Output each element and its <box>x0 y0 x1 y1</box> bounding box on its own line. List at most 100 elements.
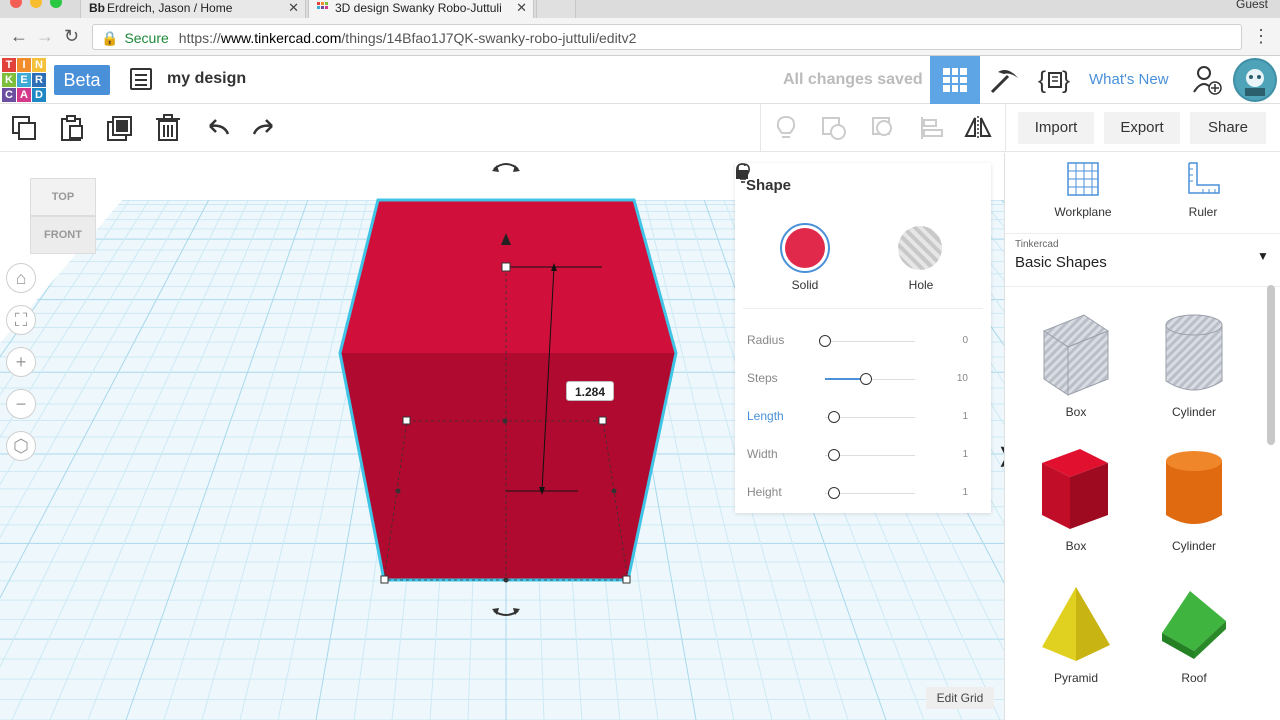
shape-roof[interactable]: Roof <box>1149 583 1239 685</box>
zoom-in-icon[interactable]: + <box>6 347 36 377</box>
param-value-radius[interactable]: 0 <box>935 335 968 346</box>
param-slider-radius[interactable] <box>825 341 915 342</box>
shape-box-hole[interactable]: Box <box>1031 309 1121 419</box>
browser-menu-icon[interactable]: ⋮ <box>1252 26 1270 47</box>
edit-grid-button[interactable]: Edit Grid <box>926 687 994 709</box>
solid-label[interactable]: Solid <box>775 278 835 292</box>
hole-swatch[interactable] <box>898 226 942 270</box>
code-blocks-icon[interactable]: { } <box>1038 66 1072 94</box>
resize-handle[interactable] <box>598 416 607 425</box>
add-user-icon[interactable] <box>1192 64 1222 96</box>
solid-color-fill <box>785 228 825 268</box>
logo-letter: C <box>2 88 16 102</box>
chevron-down-icon[interactable]: ▼ <box>1257 249 1269 263</box>
param-slider-knob[interactable] <box>859 373 872 385</box>
param-slider-knob[interactable] <box>828 487 840 499</box>
perspective-cube-icon[interactable]: ⬡ <box>6 431 36 461</box>
browser-tab-active[interactable]: 3D design Swanky Robo-Juttuli ✕ <box>308 0 534 18</box>
hole-label[interactable]: Hole <box>891 278 951 292</box>
param-value-steps[interactable]: 10 <box>935 373 968 384</box>
close-window-button[interactable] <box>10 0 22 8</box>
shapes-scrollbar[interactable] <box>1267 285 1275 445</box>
reload-icon[interactable]: ↻ <box>64 26 79 47</box>
3d-viewport[interactable]: 1.284 TOP FRONT ⌂ ⛶ + − ⬡ Shape Solid Ho… <box>0 153 1004 720</box>
view-cube[interactable]: TOP FRONT <box>30 178 96 254</box>
tinkercad-logo[interactable]: TIN KER CAD <box>2 58 46 102</box>
param-label-height: Height <box>747 485 782 499</box>
param-value-length[interactable]: 1 <box>935 411 968 422</box>
import-button[interactable]: Import <box>1018 112 1094 144</box>
design-name[interactable]: my design <box>167 70 246 88</box>
dimension-value-label[interactable]: 1.284 <box>566 381 614 401</box>
url-field[interactable]: 🔒 Secure https://www.tinkercad.com/things/… <box>92 24 1242 50</box>
delete-trash-icon[interactable] <box>154 114 182 142</box>
resize-handle[interactable] <box>402 416 411 425</box>
tab-title: Erdreich, Jason / Home <box>107 1 233 15</box>
minimize-window-button[interactable] <box>30 0 42 8</box>
view-cube-top[interactable]: TOP <box>30 178 96 216</box>
shape-box[interactable]: Box <box>1031 443 1121 553</box>
close-tab-icon[interactable]: ✕ <box>288 0 299 16</box>
forward-arrow-icon[interactable]: → <box>36 26 54 47</box>
ungroup-icon[interactable] <box>870 114 898 142</box>
shape-cylinder-hole[interactable]: Cylinder <box>1149 309 1239 419</box>
tinkercad-favicon-icon <box>317 1 331 15</box>
duplicate-icon[interactable] <box>106 114 134 142</box>
group-icon[interactable] <box>820 114 848 142</box>
close-tab-icon[interactable]: ✕ <box>516 0 527 16</box>
lightbulb-icon[interactable] <box>772 114 800 142</box>
param-slider-knob[interactable] <box>819 335 831 347</box>
undo-icon[interactable] <box>204 114 232 142</box>
expand-panel-chevron-icon[interactable]: ❭ <box>996 443 1004 468</box>
fit-view-icon[interactable]: ⛶ <box>6 305 36 335</box>
view-cube-front[interactable]: FRONT <box>30 216 96 254</box>
resize-handle[interactable] <box>380 575 389 584</box>
param-label-length: Length <box>747 409 784 423</box>
export-button[interactable]: Export <box>1104 112 1180 144</box>
url-path: /things/14Bfao1J7QK-swanky-robo-juttuli/… <box>341 30 637 46</box>
shape-label: Pyramid <box>1053 671 1098 685</box>
zoom-out-icon[interactable]: − <box>6 389 36 419</box>
shape-front-face[interactable] <box>340 353 676 580</box>
param-slider-knob[interactable] <box>828 411 840 423</box>
maximize-window-button[interactable] <box>50 0 62 8</box>
app-header: TIN KER CAD Beta my design All changes sav… <box>0 56 1280 104</box>
guest-profile-label[interactable]: Guest <box>1236 0 1268 11</box>
workplane-tool[interactable]: Workplane <box>1043 161 1123 219</box>
resize-handle-mid[interactable] <box>395 488 401 494</box>
3d-view-button[interactable] <box>930 56 980 104</box>
logo-letter: N <box>32 58 46 72</box>
param-slider-knob[interactable] <box>828 449 840 461</box>
beta-badge[interactable]: Beta <box>54 65 110 95</box>
lightbulb-icon[interactable] <box>735 163 751 183</box>
shape-library-select[interactable]: Basic Shapes <box>1015 254 1107 271</box>
url-scheme: https:// <box>178 30 221 46</box>
resize-handle-mid[interactable] <box>503 577 509 583</box>
param-label-steps: Steps <box>747 371 778 385</box>
redo-icon[interactable] <box>250 114 278 142</box>
align-icon[interactable] <box>918 114 946 142</box>
resize-handle[interactable] <box>622 575 631 584</box>
copy-icon[interactable] <box>10 114 38 142</box>
shape-cylinder[interactable]: Cylinder <box>1149 443 1239 553</box>
design-list-icon[interactable] <box>130 68 152 90</box>
share-button[interactable]: Share <box>1190 112 1266 144</box>
resize-handle-mid[interactable] <box>611 488 617 494</box>
solid-color-swatch[interactable] <box>780 223 830 273</box>
param-value-height[interactable]: 1 <box>935 487 968 498</box>
new-tab-button[interactable] <box>536 0 576 18</box>
home-view-icon[interactable]: ⌂ <box>6 263 36 293</box>
mirror-icon[interactable] <box>964 114 992 142</box>
pickaxe-icon[interactable] <box>988 66 1020 94</box>
shape-pyramid[interactable]: Pyramid <box>1031 583 1121 685</box>
paste-icon[interactable] <box>58 114 86 142</box>
user-avatar[interactable] <box>1233 58 1277 102</box>
shape-top-face[interactable] <box>340 200 676 353</box>
whats-new-link[interactable]: What's New <box>1089 71 1169 88</box>
param-value-width[interactable]: 1 <box>935 449 968 460</box>
resize-handle-mid[interactable] <box>502 418 508 424</box>
back-arrow-icon[interactable]: ← <box>10 26 28 47</box>
height-handle[interactable] <box>501 262 511 272</box>
browser-tab[interactable]: Bb Erdreich, Jason / Home ✕ <box>80 0 306 18</box>
ruler-tool[interactable]: Ruler <box>1163 161 1243 219</box>
